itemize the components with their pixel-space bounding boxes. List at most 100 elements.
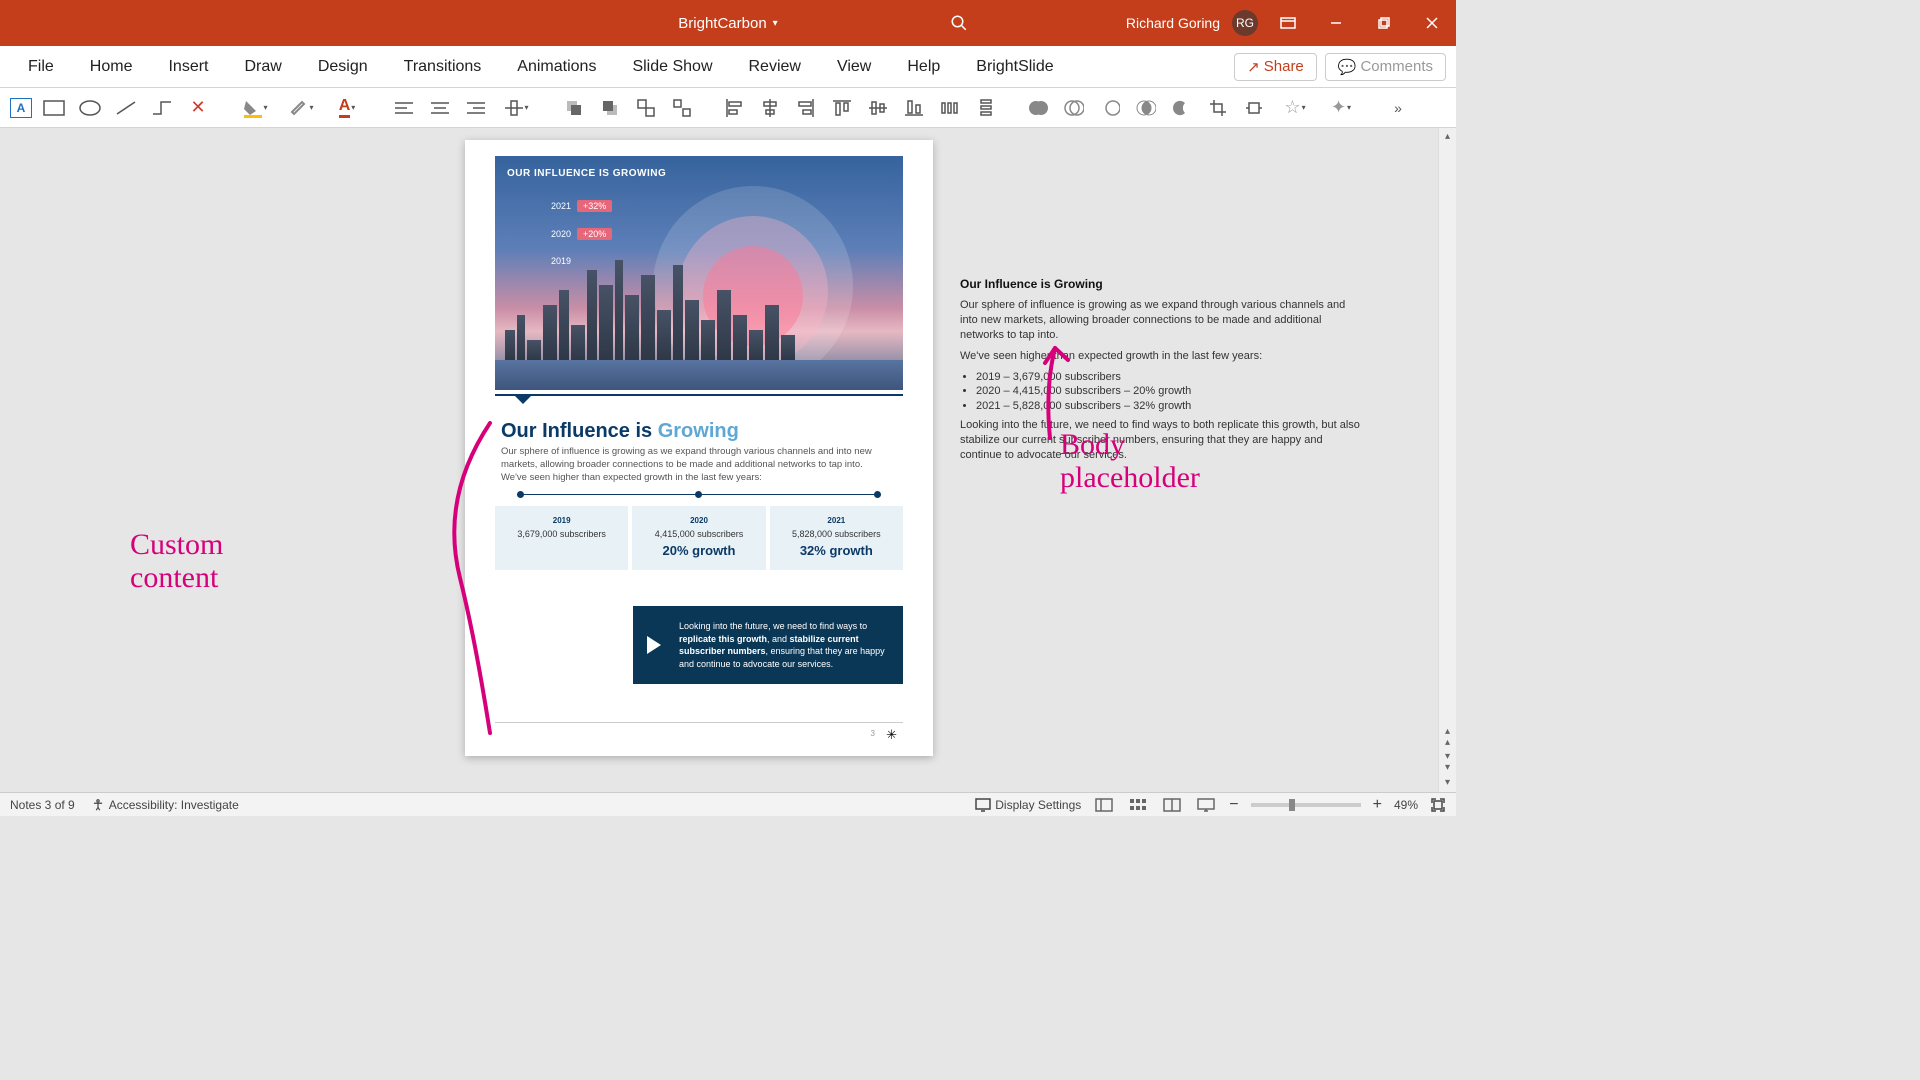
align-objects-middle-icon[interactable]	[864, 94, 892, 122]
slideshow-view-icon[interactable]	[1195, 796, 1217, 814]
tab-transitions[interactable]: Transitions	[386, 46, 500, 87]
tab-file[interactable]: File	[10, 46, 72, 87]
send-backward-icon[interactable]	[596, 94, 624, 122]
scroll-double-up-icon[interactable]: ▴▴	[1445, 726, 1450, 748]
pointer-icon	[515, 396, 531, 404]
tab-animations[interactable]: Animations	[499, 46, 614, 87]
body-bullet-2: 2020 – 4,415,000 subscribers – 20% growt…	[976, 384, 1360, 399]
align-objects-left-icon[interactable]	[720, 94, 748, 122]
font-color-icon[interactable]: A▾	[328, 94, 366, 122]
comment-icon: 💬	[1338, 58, 1357, 76]
align-objects-bottom-icon[interactable]	[900, 94, 928, 122]
fill-color-icon[interactable]: ▾	[236, 94, 274, 122]
zoom-in-button[interactable]: +	[1373, 796, 1382, 814]
bring-forward-icon[interactable]	[560, 94, 588, 122]
card-2021: 20215,828,000 subscribers32% growth	[770, 506, 903, 570]
title-bar: BrightCarbon ▾ Richard Goring RG	[0, 0, 1456, 46]
close-icon[interactable]	[1414, 0, 1450, 46]
align-objects-top-icon[interactable]	[828, 94, 856, 122]
page-para-2: We've seen higher than expected growth i…	[501, 472, 897, 485]
accessibility-icon	[91, 798, 105, 812]
sorter-view-icon[interactable]	[1127, 796, 1149, 814]
skyline-icon	[495, 250, 903, 360]
animation-icon[interactable]: ☆▾	[1276, 94, 1314, 122]
page-number: 3	[871, 729, 875, 738]
maximize-icon[interactable]	[1366, 0, 1402, 46]
tab-brightslide[interactable]: BrightSlide	[958, 46, 1071, 87]
zoom-slider[interactable]	[1251, 803, 1361, 807]
fit-window-icon[interactable]	[1430, 797, 1446, 813]
normal-view-icon[interactable]	[1093, 796, 1115, 814]
share-icon: ↗	[1247, 58, 1260, 76]
merge-intersect-icon[interactable]	[1132, 94, 1160, 122]
tab-slideshow[interactable]: Slide Show	[614, 46, 730, 87]
connector-icon[interactable]	[148, 94, 176, 122]
hero-image[interactable]: OUR INFLUENCE IS GROWING 2021+32% 2020+2…	[495, 156, 903, 390]
search-icon[interactable]	[950, 14, 968, 32]
merge-fragment-icon[interactable]	[1096, 94, 1124, 122]
tab-design[interactable]: Design	[300, 46, 386, 87]
ribbon-display-icon[interactable]	[1270, 0, 1306, 46]
distribute-vert-icon[interactable]	[972, 94, 1000, 122]
tab-review[interactable]: Review	[731, 46, 819, 87]
align-objects-center-icon[interactable]	[756, 94, 784, 122]
scroll-down-icon[interactable]: ▾	[1439, 774, 1456, 792]
align-left-icon[interactable]	[390, 94, 418, 122]
merge-combine-icon[interactable]	[1060, 94, 1088, 122]
body-p1: Our sphere of influence is growing as we…	[960, 298, 1360, 343]
oval-icon[interactable]	[76, 94, 104, 122]
ink-annotation-left: Custom content	[130, 528, 223, 594]
scroll-double-down-icon[interactable]: ▾▾	[1445, 751, 1450, 773]
share-button[interactable]: ↗Share	[1234, 53, 1317, 81]
page-para-1: Our sphere of influence is growing as we…	[501, 446, 897, 472]
zoom-level[interactable]: 49%	[1394, 798, 1418, 812]
document-name: BrightCarbon	[678, 15, 766, 32]
scroll-up-icon[interactable]: ▴	[1439, 128, 1456, 146]
size-position-icon[interactable]	[1240, 94, 1268, 122]
outline-color-icon[interactable]: ▾	[282, 94, 320, 122]
ungroup-icon[interactable]	[668, 94, 696, 122]
distribute-horiz-icon[interactable]	[936, 94, 964, 122]
align-center-icon[interactable]	[426, 94, 454, 122]
comments-button[interactable]: 💬Comments	[1325, 53, 1446, 81]
display-settings-button[interactable]: Display Settings	[975, 798, 1081, 812]
group-icon[interactable]	[632, 94, 660, 122]
slide-canvas[interactable]: OUR INFLUENCE IS GROWING 2021+32% 2020+2…	[0, 128, 1438, 792]
tab-view[interactable]: View	[819, 46, 889, 87]
textbox-icon[interactable]: A	[10, 98, 32, 118]
delete-icon[interactable]: ✕	[184, 94, 212, 122]
avatar[interactable]: RG	[1232, 10, 1258, 36]
status-bar: Notes 3 of 9 Accessibility: Investigate …	[0, 792, 1456, 816]
rectangle-icon[interactable]	[40, 94, 68, 122]
callout-box: Looking into the future, we need to find…	[633, 606, 903, 684]
tab-home[interactable]: Home	[72, 46, 151, 87]
status-accessibility[interactable]: Accessibility: Investigate	[91, 798, 239, 812]
vertical-scrollbar[interactable]: ▴ ▴▴ ▾▾ ▾	[1438, 128, 1456, 792]
play-icon	[647, 636, 661, 654]
overflow-icon[interactable]: »	[1384, 94, 1412, 122]
line-icon[interactable]	[112, 94, 140, 122]
merge-union-icon[interactable]	[1024, 94, 1052, 122]
crop-icon[interactable]	[1204, 94, 1232, 122]
status-notes[interactable]: Notes 3 of 9	[10, 798, 75, 812]
merge-subtract-icon[interactable]	[1168, 94, 1196, 122]
document-title[interactable]: BrightCarbon ▾	[678, 15, 777, 32]
align-objects-right-icon[interactable]	[792, 94, 820, 122]
tab-draw[interactable]: Draw	[226, 46, 299, 87]
tab-insert[interactable]: Insert	[150, 46, 226, 87]
animation-add-icon[interactable]: ✦▾	[1322, 94, 1360, 122]
notes-page[interactable]: OUR INFLUENCE IS GROWING 2021+32% 2020+2…	[465, 140, 933, 756]
notes-body-placeholder[interactable]: Our Influence is Growing Our sphere of i…	[960, 276, 1360, 469]
share-label: Share	[1264, 58, 1304, 75]
ribbon-tabs: File Home Insert Draw Design Transitions…	[0, 46, 1456, 88]
user-name[interactable]: Richard Goring	[1126, 15, 1220, 31]
card-2019: 20193,679,000 subscribers	[495, 506, 628, 570]
body-bullet-1: 2019 – 3,679,000 subscribers	[976, 370, 1360, 385]
vertical-align-icon[interactable]: ▾	[498, 94, 536, 122]
align-right-icon[interactable]	[462, 94, 490, 122]
tab-help[interactable]: Help	[889, 46, 958, 87]
stat-cards: 20193,679,000 subscribers 20204,415,000 …	[495, 506, 903, 570]
minimize-icon[interactable]	[1318, 0, 1354, 46]
zoom-out-button[interactable]: −	[1229, 796, 1238, 814]
reading-view-icon[interactable]	[1161, 796, 1183, 814]
